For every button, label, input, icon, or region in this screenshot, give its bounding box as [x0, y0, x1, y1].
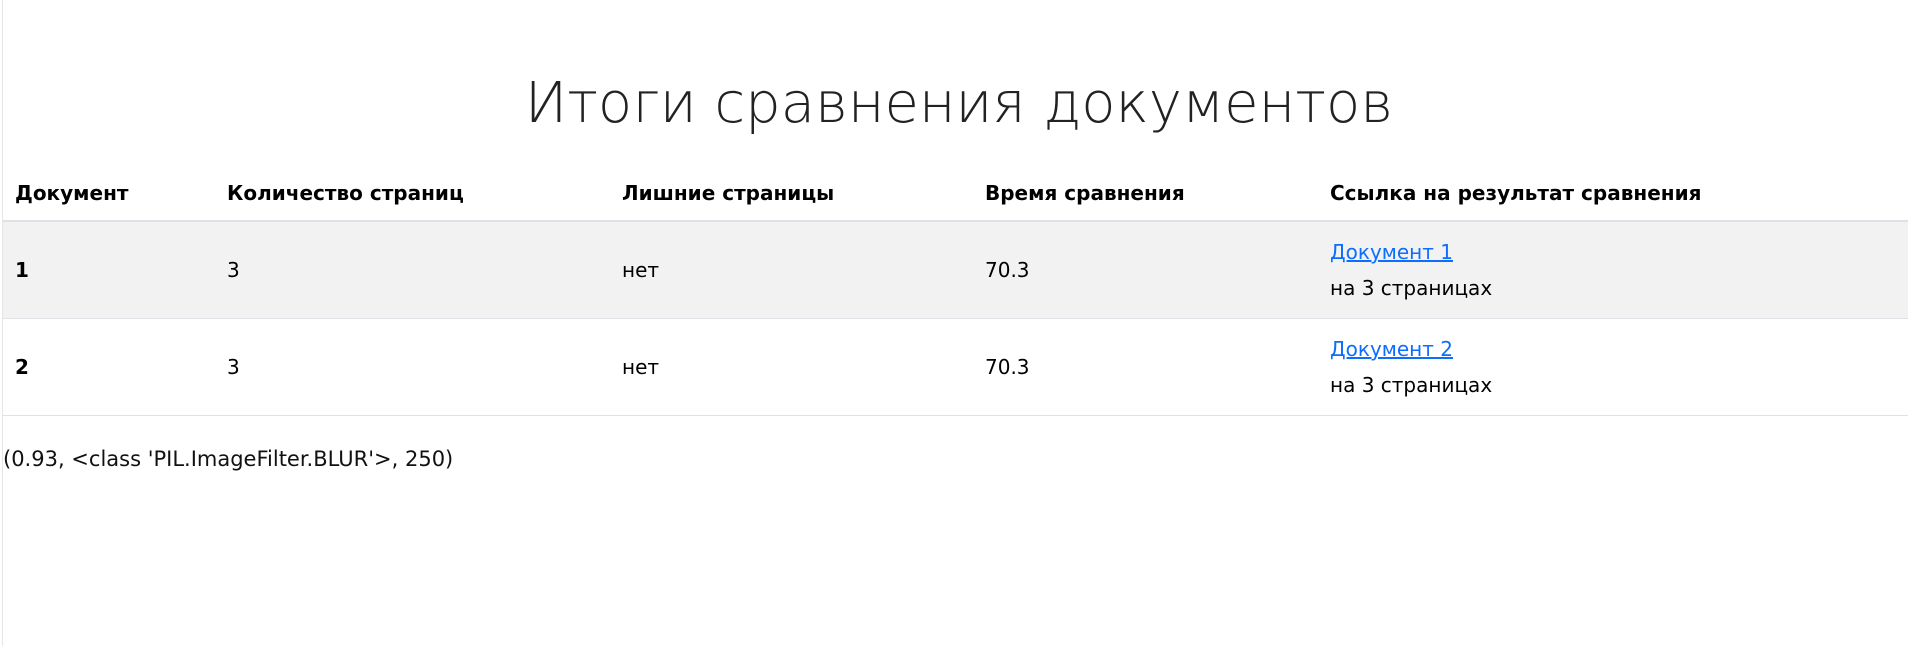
- column-header-compare-time: Время сравнения: [973, 166, 1318, 222]
- result-link-document-1[interactable]: Документ 1: [1330, 234, 1453, 270]
- page-title: Итоги сравнения документов: [524, 71, 1394, 136]
- table-header-row: Документ Количество страниц Лишние стран…: [3, 166, 1908, 222]
- table-row: 1 3 нет 70.3 Документ 1 на 3 страницах: [3, 221, 1908, 319]
- comparison-results-page: Итоги сравнения документов Документ Коли…: [3, 0, 1908, 646]
- column-header-result-link: Ссылка на результат сравнения: [1318, 166, 1908, 222]
- results-table: Документ Количество страниц Лишние стран…: [3, 166, 1908, 416]
- cell-page-count: 3: [215, 318, 610, 416]
- cell-compare-time: 70.3: [973, 221, 1318, 319]
- result-link-document-2[interactable]: Документ 2: [1330, 331, 1453, 367]
- cell-page-count: 3: [215, 221, 610, 319]
- cell-document: 1: [3, 221, 215, 319]
- cell-result-link: Документ 1 на 3 страницах: [1318, 221, 1908, 319]
- cell-extra-pages: нет: [610, 221, 973, 319]
- column-header-document: Документ: [3, 166, 215, 222]
- column-header-extra-pages: Лишние страницы: [610, 166, 973, 222]
- table-row: 2 3 нет 70.3 Документ 2 на 3 страницах: [3, 318, 1908, 416]
- cell-document: 2: [3, 318, 215, 416]
- cell-extra-pages: нет: [610, 318, 973, 416]
- result-pages-note: на 3 страницах: [1330, 373, 1493, 397]
- cell-compare-time: 70.3: [973, 318, 1318, 416]
- result-pages-note: на 3 страницах: [1330, 276, 1493, 300]
- debug-output-text: (0.93, <class 'PIL.ImageFilter.BLUR'>, 2…: [3, 447, 454, 471]
- cell-result-link: Документ 2 на 3 страницах: [1318, 318, 1908, 416]
- column-header-page-count: Количество страниц: [215, 166, 610, 222]
